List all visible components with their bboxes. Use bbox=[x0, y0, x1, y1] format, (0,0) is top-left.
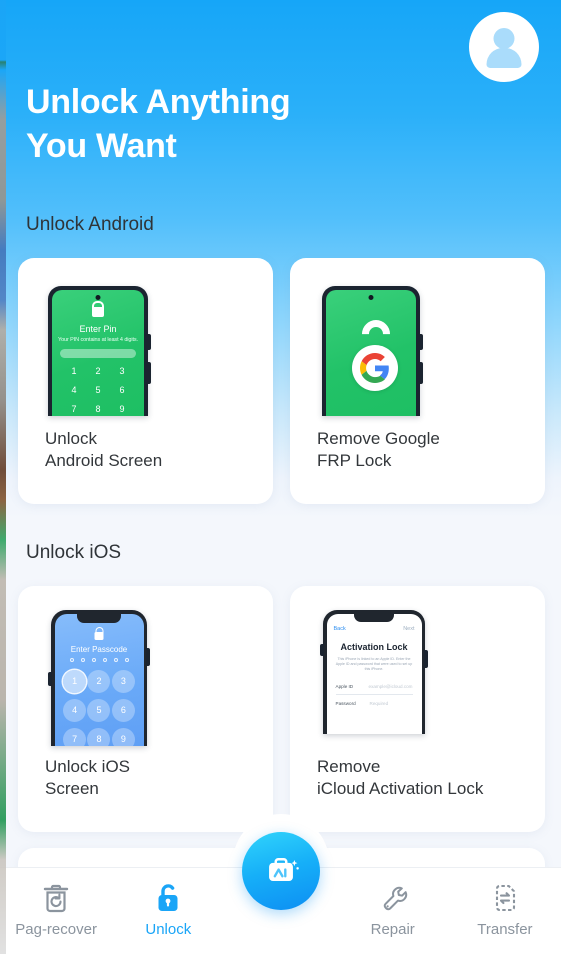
card-art-android-pin: Enter Pin Your PIN contains at least 4 d… bbox=[18, 258, 273, 418]
card-label: Remove Google FRP Lock bbox=[317, 429, 440, 470]
android-phone-screen: Enter Pin Your PIN contains at least 4 d… bbox=[52, 290, 144, 416]
phone-side-button bbox=[419, 334, 423, 350]
transfer-document-icon bbox=[490, 882, 520, 914]
card-label: Unlock iOS Screen bbox=[45, 757, 131, 798]
passcode-dot bbox=[80, 657, 85, 662]
lock-icon bbox=[94, 631, 104, 640]
android-pin-subtext: Your PIN contains at least 4 digits. bbox=[58, 337, 138, 343]
activation-lock-title: Activation Lock bbox=[340, 641, 408, 652]
card-unlock-ios-screen[interactable]: Enter Passcode 1 2 3 4 5 6 7 8 9 Unlock … bbox=[18, 586, 273, 832]
padlock-open-icon bbox=[153, 882, 183, 914]
notch bbox=[354, 613, 394, 622]
phone-side-button bbox=[146, 648, 150, 666]
passcode-dots bbox=[55, 657, 144, 662]
ios-phone-screen: Back Next Activation Lock This iPhone is… bbox=[326, 613, 422, 734]
ai-toolbox-icon bbox=[260, 850, 302, 892]
trash-restore-icon bbox=[41, 882, 71, 914]
apple-id-label: Apple ID bbox=[335, 684, 354, 689]
ios-phone-mockup: Enter Passcode 1 2 3 4 5 6 7 8 9 bbox=[48, 610, 150, 746]
phone-side-button bbox=[419, 362, 423, 384]
phone-side-button bbox=[147, 362, 151, 384]
card-art-frp bbox=[290, 258, 545, 418]
keypad-key: 8 bbox=[87, 727, 111, 746]
tab-label: Transfer bbox=[477, 921, 533, 938]
section-title-android: Unlock Android bbox=[26, 214, 154, 235]
android-pin-input bbox=[60, 349, 136, 358]
tab-transfer[interactable]: Transfer bbox=[449, 868, 561, 938]
phone-side-button bbox=[147, 334, 151, 350]
tab-unlock[interactable]: Unlock bbox=[112, 868, 224, 938]
tab-label: Repair bbox=[370, 921, 415, 938]
card-remove-google-frp-lock[interactable]: Remove Google FRP Lock bbox=[290, 258, 545, 504]
passcode-dot bbox=[124, 657, 129, 662]
password-label: Password bbox=[335, 700, 356, 706]
android-phone-screen bbox=[326, 290, 416, 416]
card-label: Unlock Android Screen bbox=[45, 429, 163, 470]
ios-passcode-heading: Enter Passcode bbox=[70, 644, 128, 654]
ai-toolbox-fab-button[interactable] bbox=[241, 832, 320, 910]
notch bbox=[77, 613, 121, 623]
camera-dot-icon bbox=[368, 295, 374, 300]
ios-phone-mockup: Back Next Activation Lock This iPhone is… bbox=[320, 610, 428, 734]
tab-pag-recover[interactable]: Pag-recover bbox=[0, 868, 112, 938]
tab-repair[interactable]: Repair bbox=[337, 868, 449, 938]
password-field[interactable]: Required bbox=[370, 701, 389, 706]
app-root: Unlock Anything You Want Unlock Android … bbox=[0, 0, 561, 954]
ios-phone-screen: Enter Passcode 1 2 3 4 5 6 7 8 9 bbox=[54, 613, 144, 746]
wrench-icon bbox=[378, 882, 408, 914]
passcode-dot bbox=[102, 657, 107, 662]
keypad-key: 8 bbox=[95, 404, 101, 414]
capture-edge-artifact bbox=[0, 0, 6, 954]
keypad-key: 1 bbox=[71, 366, 77, 376]
keypad-key: 6 bbox=[119, 385, 125, 395]
keypad-key: 9 bbox=[111, 727, 135, 746]
user-avatar-button[interactable] bbox=[469, 12, 539, 82]
keypad-key: 1 bbox=[63, 669, 87, 693]
android-phone-mockup bbox=[322, 286, 423, 416]
apple-id-row: Apple ID example@icloud.com bbox=[335, 680, 413, 695]
card-label: Remove iCloud Activation Lock bbox=[317, 757, 484, 798]
card-remove-icloud-activation-lock[interactable]: Back Next Activation Lock This iPhone is… bbox=[290, 586, 545, 832]
passcode-dot bbox=[113, 657, 118, 662]
next-button[interactable]: Next bbox=[403, 626, 414, 632]
keypad-key: 5 bbox=[87, 698, 111, 722]
android-phone-mockup: Enter Pin Your PIN contains at least 4 d… bbox=[48, 286, 151, 416]
keypad-key: 6 bbox=[111, 698, 135, 722]
phone-side-button bbox=[48, 672, 52, 686]
android-pin-heading: Enter Pin bbox=[79, 324, 117, 334]
passcode-dot bbox=[69, 657, 74, 662]
keypad-key: 7 bbox=[63, 727, 87, 746]
card-unlock-android-screen[interactable]: Enter Pin Your PIN contains at least 4 d… bbox=[18, 258, 273, 504]
keypad-key: 3 bbox=[119, 366, 125, 376]
passcode-dot bbox=[91, 657, 96, 662]
keypad-key: 5 bbox=[95, 385, 101, 395]
phone-side-button bbox=[424, 650, 428, 668]
section-title-ios: Unlock iOS bbox=[26, 542, 122, 563]
android-keypad: 1 2 3 4 5 6 7 8 9 bbox=[62, 366, 134, 414]
back-button[interactable]: Back bbox=[334, 626, 346, 632]
user-avatar-icon-body bbox=[486, 48, 522, 68]
keypad-key: 7 bbox=[71, 404, 77, 414]
card-art-ios-passcode: Enter Passcode 1 2 3 4 5 6 7 8 9 bbox=[18, 586, 273, 746]
user-avatar-icon bbox=[493, 28, 515, 49]
keypad-key: 3 bbox=[111, 669, 135, 693]
google-g-icon bbox=[352, 345, 398, 391]
tab-label: Pag-recover bbox=[15, 921, 97, 938]
keypad-key: 9 bbox=[119, 404, 125, 414]
keypad-key: 4 bbox=[63, 698, 87, 722]
activation-nav: Back Next bbox=[334, 626, 415, 632]
apple-id-field[interactable]: example@icloud.com bbox=[369, 684, 413, 689]
card-art-activation-lock: Back Next Activation Lock This iPhone is… bbox=[290, 586, 545, 746]
camera-dot-icon bbox=[95, 295, 101, 300]
keypad-key: 2 bbox=[95, 366, 101, 376]
keypad-key: 4 bbox=[71, 385, 77, 395]
tab-label: Unlock bbox=[145, 921, 192, 938]
page-title: Unlock Anything You Want bbox=[26, 83, 291, 165]
ios-keypad: 1 2 3 4 5 6 7 8 9 bbox=[63, 669, 136, 746]
activation-lock-body: This iPhone is linked to an Apple ID. En… bbox=[335, 656, 413, 672]
phone-side-button bbox=[320, 644, 324, 656]
password-row: Password Required bbox=[336, 696, 413, 711]
keypad-key: 2 bbox=[87, 669, 111, 693]
lock-icon bbox=[92, 307, 104, 317]
